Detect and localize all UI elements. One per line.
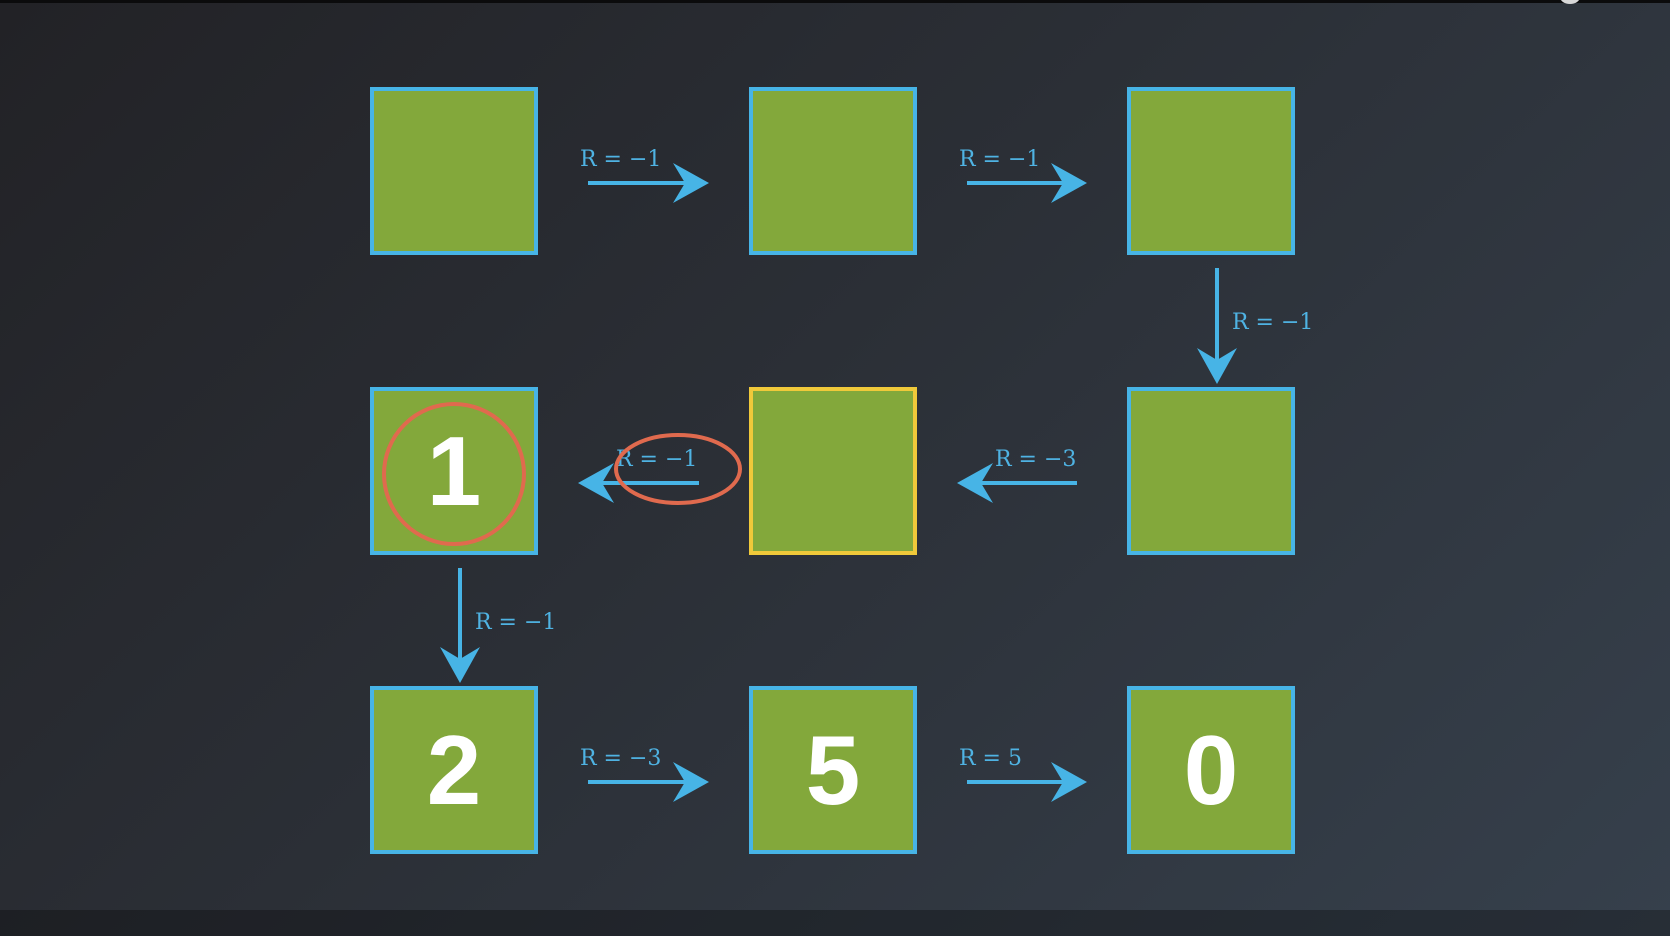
grid-cell-r2c2: 0: [1127, 686, 1295, 854]
grid-cell-r0c0: [370, 87, 538, 255]
arrow-head: [673, 762, 709, 802]
arrow-head: [1051, 163, 1087, 203]
reward-label: R = −1: [616, 447, 698, 472]
reward-label: R = −1: [1232, 310, 1314, 335]
reward-label: R = −3: [580, 746, 662, 771]
grid-cell-r2c0: 2: [370, 686, 538, 854]
reward-label: R = −1: [959, 147, 1041, 172]
reward-label: R = −1: [475, 609, 557, 635]
reward-label: R = −1: [580, 147, 662, 172]
reward-label: R = 5: [959, 746, 1022, 771]
cell-value: 0: [1183, 715, 1239, 825]
bottom-shadow-strip: [0, 910, 1670, 936]
grid-cell-r1c2: [1127, 387, 1295, 555]
arrow-head: [1051, 762, 1087, 802]
cell-value: 5: [805, 715, 861, 825]
cell-value: 2: [426, 715, 482, 825]
grid-cell-r0c2: [1127, 87, 1295, 255]
arrow-head: [957, 463, 993, 503]
arrow-head: [673, 163, 709, 203]
grid-cell-r2c1: 5: [749, 686, 917, 854]
reward-label: R = −3: [995, 447, 1077, 472]
grid-cell-r1c0: 1: [370, 387, 538, 555]
grid-cell-r0c1: [749, 87, 917, 255]
top-edge-line: [0, 0, 1670, 3]
cell-value: 1: [426, 416, 482, 526]
arrow-head: [578, 463, 614, 503]
grid-cell-r1c1-current: [749, 387, 917, 555]
arrow-head: [1197, 348, 1237, 384]
arrow-head: [440, 647, 480, 683]
